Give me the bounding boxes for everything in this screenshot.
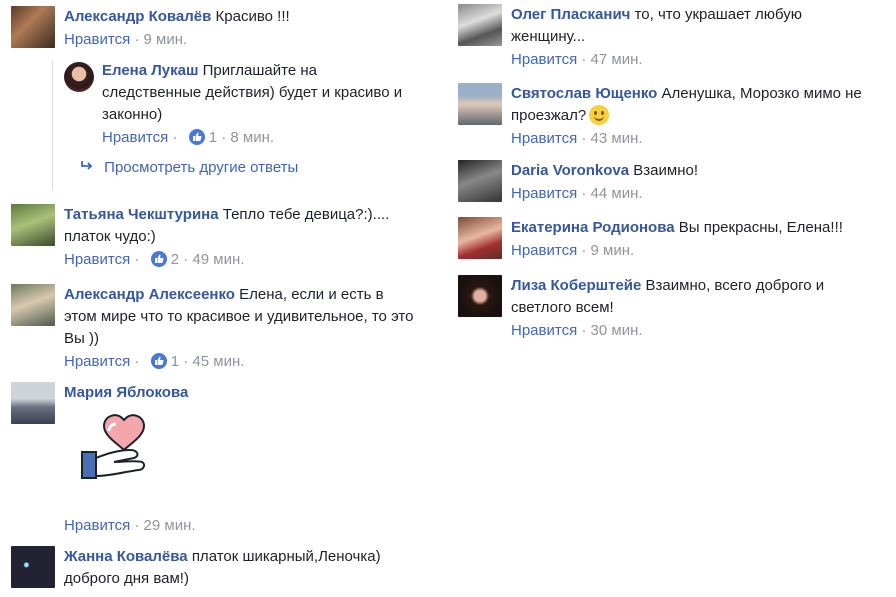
- like-link[interactable]: Нравится: [102, 129, 168, 146]
- avatar[interactable]: [11, 284, 55, 326]
- avatar[interactable]: [458, 83, 502, 125]
- comment-actions: Нравится · 47 мин.: [511, 49, 802, 71]
- timestamp[interactable]: 47 мин.: [591, 51, 643, 68]
- comment-text: то, что украшает любую: [634, 6, 803, 23]
- avatar[interactable]: [11, 382, 55, 424]
- like-link[interactable]: Нравится: [511, 322, 577, 339]
- comment-actions: Нравится · 2 · 49 мин.: [64, 249, 389, 271]
- comment-text: Тепло тебе девица?:)....: [222, 206, 390, 223]
- thumbs-up-icon[interactable]: [188, 129, 205, 145]
- reply-thread-line: [52, 60, 53, 190]
- comment-text: Взаимно, всего доброго и: [645, 277, 825, 294]
- like-link[interactable]: Нравится: [511, 242, 577, 259]
- timestamp[interactable]: 43 мин.: [591, 130, 643, 147]
- timestamp[interactable]: 45 мин.: [192, 353, 244, 370]
- more-replies-label: Просмотреть другие ответы: [104, 159, 299, 176]
- more-replies-link[interactable]: Просмотреть другие ответы: [80, 159, 298, 176]
- avatar[interactable]: [11, 6, 55, 48]
- comment-author[interactable]: Татьяна Чекштурина: [64, 206, 219, 223]
- like-link[interactable]: Нравится: [511, 130, 577, 147]
- comment-author[interactable]: Екатерина Родионова: [511, 219, 675, 236]
- comment-author[interactable]: Жанна Ковалёва: [64, 548, 188, 565]
- comment-author[interactable]: Александр Ковалёв: [64, 8, 211, 25]
- comment-text-line: следственные действия) будет и красиво и: [102, 84, 403, 101]
- comment-text-line: этом мире что то красивое и удивительное…: [64, 308, 414, 325]
- comment-author[interactable]: Daria Voronkova: [511, 162, 629, 179]
- like-link[interactable]: Нравится: [511, 185, 577, 202]
- comment-actions: Нравится · 1 · 45 мин.: [64, 351, 413, 373]
- like-link[interactable]: Нравится: [64, 353, 130, 370]
- like-link[interactable]: Нравится: [64, 251, 130, 268]
- comment-author[interactable]: Елена Лукаш: [102, 62, 198, 79]
- like-link[interactable]: Нравится: [64, 31, 130, 48]
- comment-actions: Нравится · 1 · 8 мин.: [102, 127, 402, 149]
- timestamp[interactable]: 9 мин.: [591, 242, 635, 259]
- comment-text: Взаимно!: [633, 162, 698, 179]
- thumbs-up-icon[interactable]: [150, 353, 167, 369]
- avatar[interactable]: [11, 546, 55, 588]
- timestamp[interactable]: 44 мин.: [591, 185, 643, 202]
- separator: ·: [581, 130, 587, 147]
- avatar[interactable]: [458, 160, 502, 202]
- comment-text-line: Вы )): [64, 330, 99, 347]
- comment-actions: Нравится · 43 мин.: [511, 128, 862, 150]
- comment-text-line: проезжал?: [511, 107, 587, 124]
- comment-text-line: светлого всем!: [511, 299, 614, 316]
- separator: ·: [581, 185, 587, 202]
- like-link[interactable]: Нравится: [511, 51, 577, 68]
- comment-actions: Нравится · 9 мин.: [511, 240, 843, 262]
- separator: ·: [134, 251, 140, 268]
- separator: ·: [134, 31, 140, 48]
- separator: ·: [172, 129, 178, 146]
- comment-author[interactable]: Святослав Ющенко: [511, 85, 657, 102]
- comment-author[interactable]: Александр Алексеенко: [64, 286, 235, 303]
- comment-actions: Нравится · 9 мин.: [64, 29, 290, 51]
- comment-actions: Нравится · 44 мин.: [511, 183, 698, 205]
- smile-emoji-icon: [589, 105, 610, 125]
- comment-text: Аленушка, Морозко мимо не: [661, 85, 862, 102]
- separator: ·: [581, 242, 587, 259]
- reply-arrow-icon: [80, 159, 94, 176]
- separator: ·: [183, 251, 189, 268]
- heart-hand-sticker: [64, 414, 164, 514]
- comment-text: Вы прекрасны, Елена!!!: [678, 219, 843, 236]
- comment-author[interactable]: Мария Яблокова: [64, 384, 188, 401]
- thumbs-up-icon[interactable]: [150, 251, 167, 267]
- comment-author[interactable]: Олег Пласканич: [511, 6, 630, 23]
- avatar[interactable]: [11, 204, 55, 246]
- timestamp[interactable]: 29 мин.: [144, 517, 196, 534]
- separator: ·: [221, 129, 227, 146]
- comment-actions: Нравится · 30 мин.: [511, 320, 824, 342]
- comment-author[interactable]: Лиза Коберштейе: [511, 277, 641, 294]
- comment-text-line: платок чудо:): [64, 228, 156, 245]
- avatar[interactable]: [458, 217, 502, 259]
- timestamp[interactable]: 9 мин.: [144, 31, 188, 48]
- separator: ·: [134, 517, 140, 534]
- avatar[interactable]: [458, 275, 502, 317]
- timestamp[interactable]: 8 мин.: [230, 129, 274, 146]
- timestamp[interactable]: 30 мин.: [591, 322, 643, 339]
- avatar[interactable]: [64, 62, 94, 92]
- like-link[interactable]: Нравится: [64, 517, 130, 534]
- avatar[interactable]: [458, 4, 502, 46]
- comment-text-line: законно): [102, 106, 163, 123]
- separator: ·: [581, 51, 587, 68]
- timestamp[interactable]: 49 мин.: [192, 251, 244, 268]
- like-count[interactable]: 2: [171, 251, 179, 268]
- comment-text: Приглашайте на: [202, 62, 317, 79]
- like-count[interactable]: 1: [209, 129, 217, 146]
- comment-text-line: женщину...: [511, 28, 586, 45]
- separator: ·: [134, 353, 140, 370]
- comment-actions: Нравится · 29 мин.: [64, 515, 196, 537]
- like-count[interactable]: 1: [171, 353, 179, 370]
- comment-text: платок шикарный,Леночка): [191, 548, 381, 565]
- comment-text: Елена, если и есть в: [239, 286, 384, 303]
- separator: ·: [183, 353, 189, 370]
- comment-text: Красиво !!!: [215, 8, 290, 25]
- separator: ·: [581, 322, 587, 339]
- comment-text-line: доброго дня вам!): [64, 570, 189, 587]
